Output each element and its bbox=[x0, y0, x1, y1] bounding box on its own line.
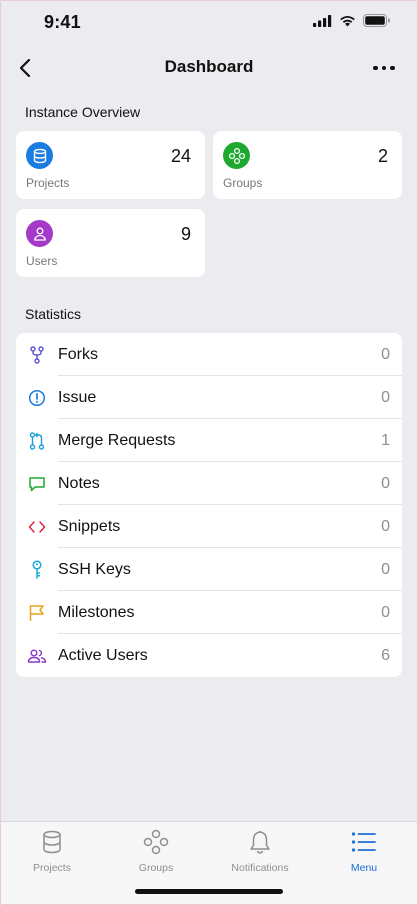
more-dot-icon bbox=[381, 65, 387, 71]
stat-label: Issue bbox=[58, 388, 97, 406]
stat-label: Forks bbox=[58, 345, 98, 363]
tab-groups[interactable]: Groups bbox=[104, 828, 208, 874]
flag-icon bbox=[27, 603, 47, 623]
tab-label: Menu bbox=[350, 862, 378, 874]
users-count: 9 bbox=[180, 224, 191, 244]
status-icons bbox=[313, 14, 390, 27]
stat-value: 0 bbox=[381, 517, 390, 535]
users-icon-circle bbox=[26, 220, 53, 247]
stat-value: 0 bbox=[381, 345, 390, 363]
tab-label: Projects bbox=[33, 862, 71, 874]
groups-icon bbox=[228, 147, 245, 164]
groups-label: Groups bbox=[223, 176, 263, 190]
instance-overview-title: Instance Overview bbox=[25, 104, 141, 120]
stat-row-active-users[interactable]: Active Users 6 bbox=[16, 634, 402, 677]
groups-icon bbox=[143, 829, 169, 855]
database-icon bbox=[43, 830, 61, 854]
stat-value: 1 bbox=[381, 431, 390, 449]
projects-label: Projects bbox=[26, 176, 70, 190]
more-dot-icon bbox=[373, 65, 378, 71]
groups-icon-circle bbox=[223, 142, 250, 169]
tab-projects[interactable]: Projects bbox=[0, 828, 104, 874]
stat-row-snippets[interactable]: Snippets 0 bbox=[16, 505, 402, 548]
bell-icon bbox=[250, 830, 270, 854]
nav-bar: Dashboard bbox=[0, 48, 418, 88]
status-time: 9:41 bbox=[44, 12, 81, 32]
stat-label: Milestones bbox=[58, 603, 135, 621]
stat-value: 0 bbox=[381, 560, 390, 578]
code-icon bbox=[27, 517, 47, 537]
user-icon bbox=[33, 227, 46, 241]
stat-value: 6 bbox=[381, 646, 390, 664]
wifi-icon bbox=[340, 15, 355, 26]
signal-icon bbox=[313, 14, 332, 27]
stat-row-ssh-keys[interactable]: SSH Keys 0 bbox=[16, 548, 402, 591]
stat-row-forks[interactable]: Forks 0 bbox=[16, 333, 402, 376]
projects-card[interactable]: 24 Projects bbox=[16, 131, 205, 199]
key-icon bbox=[27, 559, 47, 580]
users-label: Users bbox=[26, 254, 58, 268]
stat-label: Snippets bbox=[58, 517, 121, 535]
stat-row-notes[interactable]: Notes 0 bbox=[16, 462, 402, 505]
fork-icon bbox=[27, 345, 47, 365]
statistics-title: Statistics bbox=[25, 306, 82, 322]
more-button[interactable] bbox=[370, 56, 398, 80]
projects-count: 24 bbox=[170, 146, 191, 166]
stat-label: Notes bbox=[58, 474, 100, 492]
more-dot-icon bbox=[390, 65, 395, 71]
statistics-list: Forks 0 Issue 0 Merge Requests 1 Notes 0… bbox=[16, 333, 402, 677]
page-title: Dashboard bbox=[164, 57, 254, 76]
users-card[interactable]: 9 Users bbox=[16, 209, 205, 277]
menu-icon bbox=[351, 832, 376, 852]
status-bar: 9:41 bbox=[0, 0, 418, 46]
stat-row-milestones[interactable]: Milestones 0 bbox=[16, 591, 402, 634]
database-icon bbox=[33, 148, 46, 163]
battery-icon bbox=[363, 14, 390, 27]
tab-label: Groups bbox=[138, 862, 174, 874]
stat-row-merge-requests[interactable]: Merge Requests 1 bbox=[16, 419, 402, 462]
projects-icon-circle bbox=[26, 142, 53, 169]
home-indicator[interactable] bbox=[135, 889, 283, 894]
stat-value: 0 bbox=[381, 474, 390, 492]
issue-icon bbox=[27, 388, 47, 408]
users-icon bbox=[27, 646, 47, 666]
stat-label: Merge Requests bbox=[58, 431, 176, 449]
tab-notifications[interactable]: Notifications bbox=[208, 828, 312, 874]
merge-request-icon bbox=[27, 431, 47, 451]
stat-value: 0 bbox=[381, 388, 390, 406]
tab-menu[interactable]: Menu bbox=[312, 828, 416, 874]
stat-label: Active Users bbox=[58, 646, 148, 664]
tab-label: Notifications bbox=[231, 862, 289, 874]
note-icon bbox=[27, 474, 47, 494]
stat-value: 0 bbox=[381, 603, 390, 621]
stat-row-issue[interactable]: Issue 0 bbox=[16, 376, 402, 419]
stat-label: SSH Keys bbox=[58, 560, 131, 578]
groups-count: 2 bbox=[377, 146, 388, 166]
groups-card[interactable]: 2 Groups bbox=[213, 131, 402, 199]
